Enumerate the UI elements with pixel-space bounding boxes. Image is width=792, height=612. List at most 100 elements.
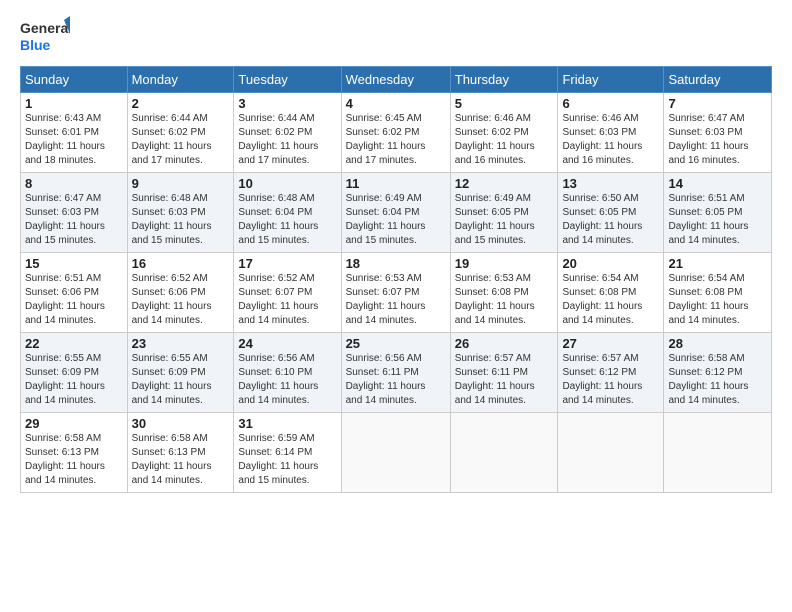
calendar-table: SundayMondayTuesdayWednesdayThursdayFrid… <box>20 66 772 493</box>
logo-svg: General Blue <box>20 16 70 56</box>
calendar-cell: 30Sunrise: 6:58 AMSunset: 6:13 PMDayligh… <box>127 413 234 493</box>
calendar-week-row: 15Sunrise: 6:51 AMSunset: 6:06 PMDayligh… <box>21 253 772 333</box>
day-number: 20 <box>562 256 659 271</box>
calendar-cell <box>450 413 558 493</box>
logo: General Blue <box>20 16 70 56</box>
day-number: 27 <box>562 336 659 351</box>
calendar-cell: 1Sunrise: 6:43 AMSunset: 6:01 PMDaylight… <box>21 93 128 173</box>
day-number: 18 <box>346 256 446 271</box>
calendar-cell: 28Sunrise: 6:58 AMSunset: 6:12 PMDayligh… <box>664 333 772 413</box>
day-info: Sunrise: 6:49 AMSunset: 6:04 PMDaylight:… <box>346 192 446 248</box>
weekday-header-thursday: Thursday <box>450 67 558 93</box>
calendar-cell: 18Sunrise: 6:53 AMSunset: 6:07 PMDayligh… <box>341 253 450 333</box>
day-number: 7 <box>668 96 767 111</box>
day-info: Sunrise: 6:58 AMSunset: 6:12 PMDaylight:… <box>668 352 767 408</box>
day-number: 13 <box>562 176 659 191</box>
calendar-week-row: 1Sunrise: 6:43 AMSunset: 6:01 PMDaylight… <box>21 93 772 173</box>
calendar-cell: 20Sunrise: 6:54 AMSunset: 6:08 PMDayligh… <box>558 253 664 333</box>
header: General Blue <box>20 16 772 56</box>
calendar-cell: 23Sunrise: 6:55 AMSunset: 6:09 PMDayligh… <box>127 333 234 413</box>
svg-text:General: General <box>20 20 70 36</box>
day-number: 28 <box>668 336 767 351</box>
calendar-cell: 2Sunrise: 6:44 AMSunset: 6:02 PMDaylight… <box>127 93 234 173</box>
day-info: Sunrise: 6:55 AMSunset: 6:09 PMDaylight:… <box>25 352 123 408</box>
svg-text:Blue: Blue <box>20 37 51 53</box>
day-number: 8 <box>25 176 123 191</box>
day-number: 31 <box>238 416 336 431</box>
calendar-cell: 7Sunrise: 6:47 AMSunset: 6:03 PMDaylight… <box>664 93 772 173</box>
day-info: Sunrise: 6:47 AMSunset: 6:03 PMDaylight:… <box>668 112 767 168</box>
calendar-cell: 5Sunrise: 6:46 AMSunset: 6:02 PMDaylight… <box>450 93 558 173</box>
calendar-cell: 11Sunrise: 6:49 AMSunset: 6:04 PMDayligh… <box>341 173 450 253</box>
day-info: Sunrise: 6:56 AMSunset: 6:11 PMDaylight:… <box>346 352 446 408</box>
day-info: Sunrise: 6:52 AMSunset: 6:07 PMDaylight:… <box>238 272 336 328</box>
day-number: 9 <box>132 176 230 191</box>
weekday-header-friday: Friday <box>558 67 664 93</box>
day-number: 24 <box>238 336 336 351</box>
day-number: 26 <box>455 336 554 351</box>
day-number: 30 <box>132 416 230 431</box>
calendar-cell: 3Sunrise: 6:44 AMSunset: 6:02 PMDaylight… <box>234 93 341 173</box>
day-info: Sunrise: 6:59 AMSunset: 6:14 PMDaylight:… <box>238 432 336 488</box>
day-number: 12 <box>455 176 554 191</box>
calendar-cell: 26Sunrise: 6:57 AMSunset: 6:11 PMDayligh… <box>450 333 558 413</box>
day-info: Sunrise: 6:46 AMSunset: 6:02 PMDaylight:… <box>455 112 554 168</box>
calendar-cell: 25Sunrise: 6:56 AMSunset: 6:11 PMDayligh… <box>341 333 450 413</box>
calendar-cell: 16Sunrise: 6:52 AMSunset: 6:06 PMDayligh… <box>127 253 234 333</box>
day-info: Sunrise: 6:54 AMSunset: 6:08 PMDaylight:… <box>668 272 767 328</box>
day-info: Sunrise: 6:58 AMSunset: 6:13 PMDaylight:… <box>132 432 230 488</box>
calendar-cell: 9Sunrise: 6:48 AMSunset: 6:03 PMDaylight… <box>127 173 234 253</box>
day-number: 25 <box>346 336 446 351</box>
calendar-cell: 31Sunrise: 6:59 AMSunset: 6:14 PMDayligh… <box>234 413 341 493</box>
day-info: Sunrise: 6:50 AMSunset: 6:05 PMDaylight:… <box>562 192 659 248</box>
weekday-header-sunday: Sunday <box>21 67 128 93</box>
day-number: 19 <box>455 256 554 271</box>
day-number: 5 <box>455 96 554 111</box>
day-info: Sunrise: 6:58 AMSunset: 6:13 PMDaylight:… <box>25 432 123 488</box>
day-info: Sunrise: 6:55 AMSunset: 6:09 PMDaylight:… <box>132 352 230 408</box>
day-info: Sunrise: 6:47 AMSunset: 6:03 PMDaylight:… <box>25 192 123 248</box>
day-info: Sunrise: 6:53 AMSunset: 6:07 PMDaylight:… <box>346 272 446 328</box>
calendar-cell: 15Sunrise: 6:51 AMSunset: 6:06 PMDayligh… <box>21 253 128 333</box>
day-info: Sunrise: 6:57 AMSunset: 6:11 PMDaylight:… <box>455 352 554 408</box>
day-number: 22 <box>25 336 123 351</box>
calendar-cell: 24Sunrise: 6:56 AMSunset: 6:10 PMDayligh… <box>234 333 341 413</box>
weekday-header-wednesday: Wednesday <box>341 67 450 93</box>
day-number: 16 <box>132 256 230 271</box>
calendar-cell: 14Sunrise: 6:51 AMSunset: 6:05 PMDayligh… <box>664 173 772 253</box>
calendar-week-row: 29Sunrise: 6:58 AMSunset: 6:13 PMDayligh… <box>21 413 772 493</box>
day-number: 21 <box>668 256 767 271</box>
day-number: 2 <box>132 96 230 111</box>
calendar-cell <box>664 413 772 493</box>
weekday-header-tuesday: Tuesday <box>234 67 341 93</box>
day-number: 11 <box>346 176 446 191</box>
calendar-cell: 22Sunrise: 6:55 AMSunset: 6:09 PMDayligh… <box>21 333 128 413</box>
day-info: Sunrise: 6:48 AMSunset: 6:04 PMDaylight:… <box>238 192 336 248</box>
day-number: 14 <box>668 176 767 191</box>
calendar-cell: 19Sunrise: 6:53 AMSunset: 6:08 PMDayligh… <box>450 253 558 333</box>
day-info: Sunrise: 6:52 AMSunset: 6:06 PMDaylight:… <box>132 272 230 328</box>
calendar-week-row: 8Sunrise: 6:47 AMSunset: 6:03 PMDaylight… <box>21 173 772 253</box>
day-info: Sunrise: 6:43 AMSunset: 6:01 PMDaylight:… <box>25 112 123 168</box>
day-info: Sunrise: 6:46 AMSunset: 6:03 PMDaylight:… <box>562 112 659 168</box>
day-info: Sunrise: 6:56 AMSunset: 6:10 PMDaylight:… <box>238 352 336 408</box>
day-info: Sunrise: 6:54 AMSunset: 6:08 PMDaylight:… <box>562 272 659 328</box>
day-number: 23 <box>132 336 230 351</box>
calendar-cell: 6Sunrise: 6:46 AMSunset: 6:03 PMDaylight… <box>558 93 664 173</box>
day-info: Sunrise: 6:49 AMSunset: 6:05 PMDaylight:… <box>455 192 554 248</box>
day-number: 1 <box>25 96 123 111</box>
calendar-cell: 17Sunrise: 6:52 AMSunset: 6:07 PMDayligh… <box>234 253 341 333</box>
day-number: 3 <box>238 96 336 111</box>
calendar-cell: 12Sunrise: 6:49 AMSunset: 6:05 PMDayligh… <box>450 173 558 253</box>
day-number: 6 <box>562 96 659 111</box>
calendar-cell: 8Sunrise: 6:47 AMSunset: 6:03 PMDaylight… <box>21 173 128 253</box>
day-info: Sunrise: 6:45 AMSunset: 6:02 PMDaylight:… <box>346 112 446 168</box>
calendar-cell: 10Sunrise: 6:48 AMSunset: 6:04 PMDayligh… <box>234 173 341 253</box>
calendar-cell: 21Sunrise: 6:54 AMSunset: 6:08 PMDayligh… <box>664 253 772 333</box>
calendar-cell <box>558 413 664 493</box>
calendar-cell <box>341 413 450 493</box>
day-number: 29 <box>25 416 123 431</box>
calendar-cell: 29Sunrise: 6:58 AMSunset: 6:13 PMDayligh… <box>21 413 128 493</box>
weekday-header-row: SundayMondayTuesdayWednesdayThursdayFrid… <box>21 67 772 93</box>
weekday-header-monday: Monday <box>127 67 234 93</box>
